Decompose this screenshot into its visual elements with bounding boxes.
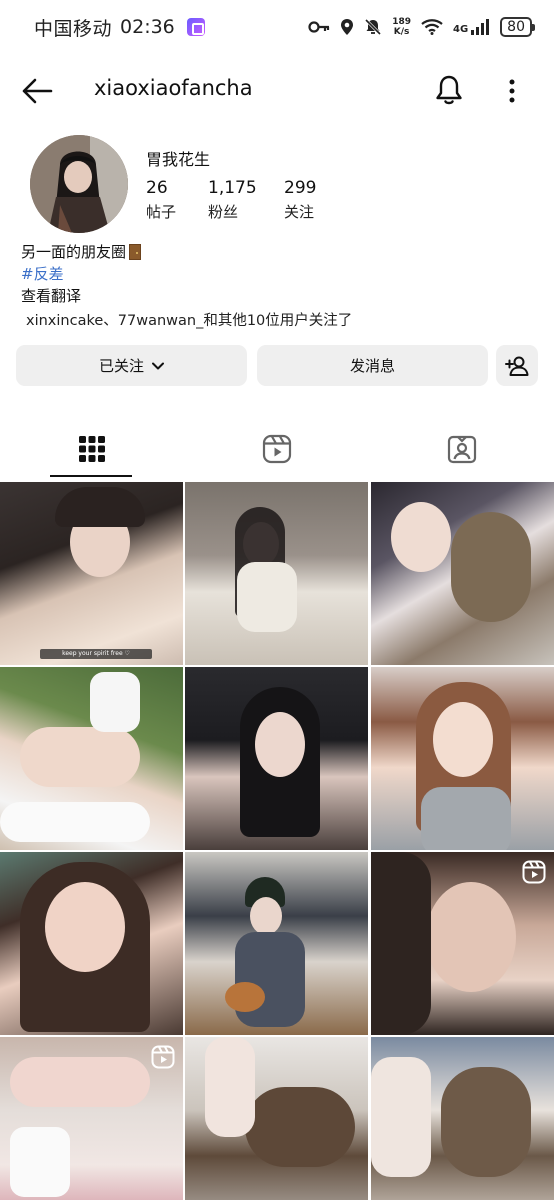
grid-icon xyxy=(79,436,105,462)
network-speed-unit: K/s xyxy=(393,27,410,37)
tab-posts-grid[interactable] xyxy=(0,418,184,480)
post-thumbnail[interactable] xyxy=(0,1037,183,1200)
followers-count-stat[interactable]: 1,175 粉丝 xyxy=(208,178,257,222)
posts-count-stat[interactable]: 26 帖子 xyxy=(146,178,176,222)
more-options-icon[interactable] xyxy=(500,76,524,106)
post-thumbnail[interactable] xyxy=(185,852,368,1035)
posts-grid: keep your spirit free ♡ xyxy=(0,482,554,1200)
following-count: 299 xyxy=(284,178,317,198)
network-speed: 189 K/s xyxy=(392,17,411,37)
door-emoji-icon xyxy=(129,244,142,260)
location-icon xyxy=(341,19,354,35)
battery-indicator: 80 xyxy=(500,17,535,37)
avatar-photo xyxy=(30,135,128,233)
see-translation-link[interactable]: 查看翻译 xyxy=(21,285,81,307)
signal-bars-icon xyxy=(471,19,490,35)
post-thumbnail[interactable] xyxy=(371,667,554,850)
profile-username: xiaoxiaofancha xyxy=(94,76,253,100)
post-thumbnail[interactable]: keep your spirit free ♡ xyxy=(0,482,183,665)
status-bar: 中国移动 02:36 189 K/s 4G 80 xyxy=(0,0,554,54)
notification-bell-icon[interactable] xyxy=(434,74,464,106)
post-thumbnail[interactable] xyxy=(371,1037,554,1200)
key-icon xyxy=(308,21,330,33)
tab-reels[interactable] xyxy=(185,418,369,480)
post-thumbnail[interactable] xyxy=(185,667,368,850)
followers-count: 1,175 xyxy=(208,178,257,198)
add-person-button[interactable] xyxy=(496,345,538,386)
tagged-person-icon xyxy=(447,435,477,464)
posts-label: 帖子 xyxy=(146,203,177,221)
post-caption-overlay: keep your spirit free ♡ xyxy=(40,649,152,659)
post-thumbnail[interactable] xyxy=(0,852,183,1035)
profile-display-name: 胃我花生 xyxy=(146,150,211,169)
profile-bio: 另一面的朋友圈 #反差 查看翻译 xyxy=(21,241,142,307)
followers-label: 粉丝 xyxy=(208,203,239,221)
message-button-label: 发消息 xyxy=(349,357,395,375)
bio-text: 另一面的朋友圈 xyxy=(21,243,127,261)
following-button[interactable]: 已关注 xyxy=(16,345,247,386)
post-thumbnail[interactable] xyxy=(185,482,368,665)
reel-indicator-icon xyxy=(522,860,546,884)
network-type: 4G xyxy=(453,24,469,35)
tab-tagged[interactable] xyxy=(370,418,554,480)
mute-bell-icon xyxy=(365,18,382,36)
following-button-label: 已关注 xyxy=(98,357,144,375)
followed-by-text[interactable]: xinxincake、77wanwan_和其他10位用户关注了 xyxy=(26,309,352,330)
profile-avatar[interactable] xyxy=(30,135,128,233)
profile-header: xiaoxiaofancha xyxy=(0,62,554,118)
clock-time: 02:36 xyxy=(120,16,175,38)
post-thumbnail[interactable] xyxy=(185,1037,368,1200)
post-thumbnail[interactable] xyxy=(371,482,554,665)
active-tab-indicator xyxy=(50,475,132,477)
following-count-stat[interactable]: 299 关注 xyxy=(284,178,316,222)
profile-tabs xyxy=(0,418,554,480)
post-thumbnail[interactable] xyxy=(371,852,554,1035)
add-person-icon xyxy=(505,356,529,376)
message-button[interactable]: 发消息 xyxy=(257,345,488,386)
post-thumbnail[interactable] xyxy=(0,667,183,850)
chevron-down-icon xyxy=(152,362,164,369)
carrier-name: 中国移动 xyxy=(34,17,113,40)
bio-hashtag-link[interactable]: #反差 xyxy=(21,263,64,285)
back-arrow-icon[interactable] xyxy=(20,76,54,106)
cell-signal: 4G xyxy=(453,19,490,35)
wifi-icon xyxy=(421,19,443,35)
app-notification-icon xyxy=(186,18,205,36)
network-speed-value: 189 xyxy=(392,17,411,27)
reels-icon xyxy=(262,434,292,464)
reel-indicator-icon xyxy=(151,1045,175,1069)
posts-count: 26 xyxy=(146,178,168,198)
following-label: 关注 xyxy=(284,203,315,221)
